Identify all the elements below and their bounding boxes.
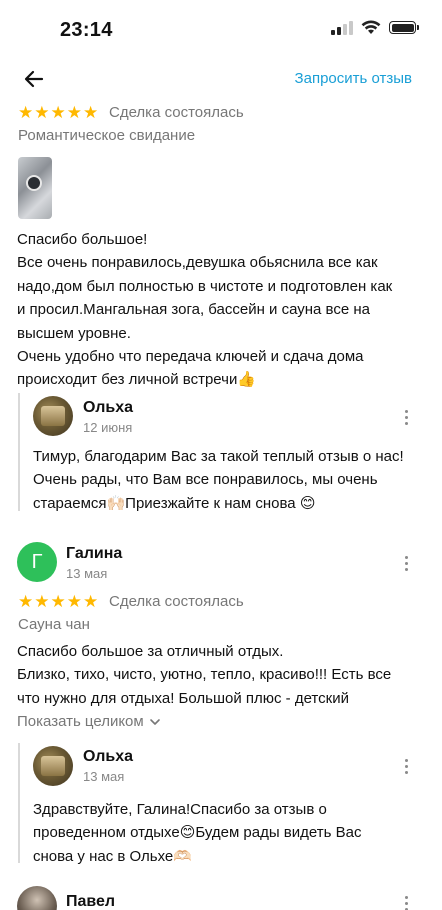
reply-text: Здравствуйте, Галина!Спасибо за отзыв о … — [33, 798, 361, 868]
review-line: высшем уровне. — [17, 324, 131, 342]
reply-divider — [18, 743, 20, 863]
rating-stars: ★ ★ ★ ★ ★ — [18, 104, 98, 122]
show-more-link[interactable]: Показать целиком — [17, 713, 161, 730]
status-bar: 23:14 — [0, 0, 442, 58]
more-options-button[interactable] — [396, 407, 416, 427]
review-text: Спасибо большое! Все очень понравилось,д… — [17, 228, 392, 392]
review-date: 13 мая — [66, 566, 108, 581]
reply-line: Тимур, благодарим Вас за такой теплый от… — [33, 448, 404, 465]
review-line: надо,дом был полностью в чистоте и подго… — [17, 277, 393, 295]
reply-line: Очень рады, что Вам все понравилось, мы … — [33, 471, 378, 489]
arrow-left-icon — [24, 70, 44, 88]
review-text: Спасибо большое за отличный отдых. Близк… — [17, 640, 391, 710]
review-author: Галина — [66, 545, 123, 562]
reply-line: проведенном отдыхе😊Будем рады видеть Вас — [33, 824, 362, 842]
reply-divider — [18, 393, 20, 511]
star-icon: ★ — [83, 592, 99, 611]
battery-icon — [389, 21, 419, 34]
review-line: и просил.Мангальная зога, бассейн и саун… — [17, 301, 370, 319]
avatar: Г — [17, 542, 57, 582]
reply-text: Тимур, благодарим Вас за такой теплый от… — [33, 445, 404, 511]
review-line: Очень удобно что передача ключей и сдача… — [17, 348, 364, 366]
reply-line: стараемся🙌🏻Приезжайте к нам снова 😊 — [33, 494, 316, 511]
review-line: Все очень понравилось,девушка обьяснила … — [17, 254, 378, 272]
cellular-signal-icon — [331, 20, 353, 35]
reply-author: Ольха — [83, 399, 134, 416]
reply-date: 13 мая — [83, 769, 125, 784]
avatar — [33, 746, 73, 786]
review-line: происходит без личной встречи👍 — [17, 371, 257, 389]
review-photo[interactable] — [18, 157, 52, 219]
star-icon: ★ — [66, 103, 82, 122]
star-icon: ★ — [83, 103, 99, 122]
back-button[interactable] — [22, 67, 46, 91]
request-review-link[interactable]: Запросить отзыв — [295, 70, 412, 87]
avatar — [33, 396, 73, 436]
status-time: 23:14 — [60, 19, 113, 41]
star-icon: ★ — [66, 592, 82, 611]
listing-name: Сауна чан — [18, 616, 90, 633]
review-line: Спасибо большое за отличный отдых. — [17, 643, 284, 660]
review-line: что нужно для отдыха! Большой плюс - дет… — [17, 689, 349, 707]
reply-date: 12 июня — [83, 420, 133, 435]
reply-text-clip: Тимур, благодарим Вас за такой теплый от… — [33, 445, 442, 511]
deal-status: Сделка состоялась — [109, 593, 244, 610]
wifi-icon — [361, 20, 381, 35]
listing-name: Романтическое свидание — [18, 127, 196, 144]
star-icon: ★ — [18, 103, 34, 122]
rating-stars: ★ ★ ★ ★ ★ — [18, 593, 98, 611]
top-bar: Запросить отзыв — [0, 62, 442, 98]
reply-line: Здравствуйте, Галина!Спасибо за отзыв о — [33, 801, 327, 818]
show-more-label: Показать целиком — [17, 713, 144, 730]
star-icon: ★ — [34, 103, 50, 122]
more-options-button[interactable] — [396, 553, 416, 573]
deal-status: Сделка состоялась — [109, 104, 244, 121]
star-icon: ★ — [50, 103, 66, 122]
more-options-button[interactable] — [396, 893, 416, 910]
star-icon: ★ — [34, 592, 50, 611]
star-icon: ★ — [18, 592, 34, 611]
status-icons — [331, 20, 419, 35]
review-line: Близко, тихо, чисто, уютно, тепло, краси… — [17, 666, 392, 684]
star-icon: ★ — [50, 592, 66, 611]
avatar — [17, 886, 57, 910]
more-options-button[interactable] — [396, 756, 416, 776]
chevron-down-icon — [149, 718, 160, 725]
review-author: Павел — [66, 893, 116, 910]
reply-line: снова у нас в Ольхе🫶🏻 — [33, 847, 192, 865]
reply-author: Ольха — [83, 748, 134, 765]
review-line: Спасибо большое! — [17, 231, 148, 248]
